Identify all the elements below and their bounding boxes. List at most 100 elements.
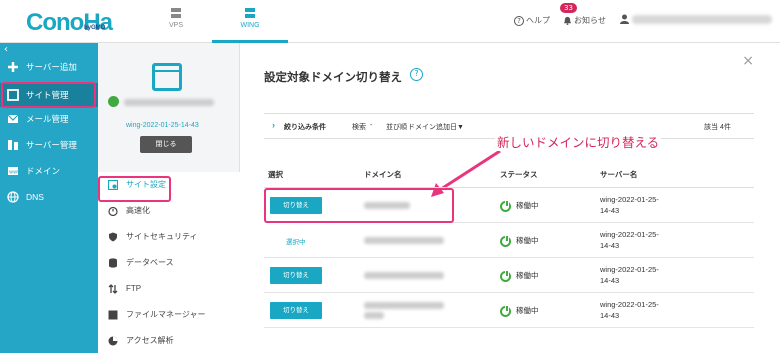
- menu-item-label: 高速化: [126, 206, 150, 215]
- server-name-cell: wing-2022-01-25-14-43: [600, 230, 659, 250]
- plus-icon: [8, 62, 18, 72]
- status-cell: 稼働中: [500, 234, 539, 247]
- table-row: 選択中 稼働中 wing-2022-01-25-14-43: [264, 223, 754, 258]
- sidebar-item-mail-management[interactable]: メール管理: [0, 107, 98, 131]
- sidebar-collapse-button[interactable]: ‹: [4, 44, 8, 55]
- selected-label: 選択中: [286, 239, 306, 246]
- tab-wing-label: WING: [240, 22, 260, 29]
- annotation-text: 新しいドメインに切り替える: [495, 132, 662, 151]
- power-icon: [500, 199, 511, 212]
- row-highlight-box: [264, 188, 454, 223]
- domain-icon: www: [8, 167, 19, 176]
- user-icon[interactable]: [620, 14, 629, 24]
- chevron-right-icon[interactable]: ›: [272, 120, 275, 130]
- top-bar: ConoHa byGMO VPS WING ? ヘルプ 33 お知らせ: [0, 0, 780, 43]
- status-label: 稼働中: [516, 306, 539, 315]
- pie-chart-icon: [108, 336, 118, 346]
- sidebar-item-server-management[interactable]: サーバー管理: [0, 133, 98, 157]
- server-name-cell: wing-2022-01-25-14-43: [600, 265, 659, 285]
- menu-item-label: FTP: [126, 284, 142, 293]
- domain-switch-panel: 設定対象ドメイン切り替え ? × › 絞り込み条件 検索 - 並び順 ドメイン追…: [240, 43, 780, 353]
- mail-icon: [7, 114, 19, 123]
- column-header: サーバー名: [600, 170, 638, 179]
- sidebar-item-add-server[interactable]: サーバー追加: [0, 55, 98, 79]
- shield-icon: [109, 232, 117, 242]
- redacted-domain: [364, 312, 384, 319]
- status-label: 稼働中: [516, 236, 539, 245]
- status-cell: 稼働中: [500, 304, 539, 317]
- tab-vps[interactable]: VPS: [140, 5, 212, 43]
- help-icon[interactable]: ?: [410, 68, 423, 81]
- server-icon: [245, 8, 255, 18]
- sidebar-item-label: サーバー管理: [26, 140, 77, 150]
- bell-icon: [563, 16, 572, 25]
- sidebar-item-label: サーバー追加: [26, 62, 77, 72]
- running-status-icon: [108, 96, 119, 107]
- menu-item-site-security[interactable]: サイトセキュリティ: [98, 224, 240, 250]
- power-icon: [500, 234, 511, 247]
- help-label: ヘルプ: [526, 16, 550, 25]
- menu-highlight-box: [98, 176, 171, 202]
- sort-label: 並び順: [386, 124, 407, 131]
- conoha-logo[interactable]: ConoHa: [26, 9, 113, 37]
- logo-sub: byGMO: [84, 25, 106, 31]
- search-value[interactable]: -: [370, 122, 372, 129]
- switch-button[interactable]: 切り替え: [270, 302, 322, 319]
- switch-button[interactable]: 切り替え: [270, 267, 322, 284]
- tab-vps-label: VPS: [168, 22, 183, 29]
- status-label: 稼働中: [516, 201, 539, 210]
- notice-count-badge: 33: [560, 3, 577, 13]
- server-name: wing-2022-01-25-14-43: [126, 122, 199, 129]
- filter-toggle[interactable]: 絞り込み条件: [284, 122, 326, 132]
- sort-select[interactable]: ドメイン追加日▼: [408, 122, 464, 132]
- menu-item-ftp[interactable]: FTP: [98, 276, 240, 302]
- redacted-domain: [364, 237, 444, 244]
- sidebar: ‹ サーバー追加 サイト管理 メール管理 サーバー管理 www ドメイン DNS: [0, 43, 98, 353]
- close-icon[interactable]: ×: [742, 53, 754, 69]
- menu-item-access-analytics[interactable]: アクセス解析: [98, 328, 240, 353]
- sidebar-item-domain[interactable]: www ドメイン: [0, 159, 98, 183]
- sidebar-highlight-box: [1, 82, 96, 108]
- server-name-cell: wing-2022-01-25-14-43: [600, 300, 659, 320]
- column-header: ドメイン名: [364, 170, 402, 179]
- server-icon: [8, 140, 18, 150]
- stopwatch-icon: [108, 206, 118, 216]
- status-label: 稼働中: [516, 271, 539, 280]
- table-row: 切り替え 稼働中 wing-2022-01-25-14-43: [264, 293, 754, 328]
- close-button[interactable]: 閉じる: [140, 136, 192, 153]
- menu-item-file-manager[interactable]: ファイルマネージャー: [98, 302, 240, 328]
- column-header: ステータス: [500, 170, 538, 179]
- help-link[interactable]: ? ヘルプ: [514, 15, 550, 26]
- notices-link[interactable]: お知らせ: [563, 15, 606, 26]
- globe-icon: [7, 191, 19, 203]
- menu-item-label: データベース: [126, 258, 174, 267]
- menu-item-label: アクセス解析: [126, 336, 174, 345]
- question-icon: ?: [514, 16, 524, 26]
- server-panel: wing-2022-01-25-14-43 閉じる サイト設定 高速化 サイトセ…: [98, 43, 240, 353]
- search-label: 検索: [352, 124, 366, 131]
- sidebar-item-label: ドメイン: [26, 166, 61, 176]
- database-icon: [109, 258, 117, 268]
- status-cell: 稼働中: [500, 199, 539, 212]
- power-icon: [500, 304, 511, 317]
- menu-item-database[interactable]: データベース: [98, 250, 240, 276]
- sidebar-item-label: メール管理: [26, 114, 69, 124]
- sidebar-item-dns[interactable]: DNS: [0, 185, 98, 209]
- result-count: 該当 4件: [704, 124, 731, 131]
- redacted-domain: [124, 99, 214, 106]
- redacted-domain: [364, 302, 444, 309]
- site-window-icon: [152, 63, 182, 91]
- tab-wing[interactable]: WING: [212, 5, 288, 43]
- redacted-domain: [364, 272, 444, 279]
- svg-text:www: www: [9, 170, 19, 176]
- sidebar-item-label: DNS: [26, 192, 44, 202]
- table-row: 切り替え 稼働中 wing-2022-01-25-14-43: [264, 258, 754, 293]
- site-menu: サイト設定 高速化 サイトセキュリティ データベース FTP ファイルマネージャ…: [98, 172, 240, 353]
- power-icon: [500, 269, 511, 282]
- page-title: 設定対象ドメイン切り替え: [264, 72, 402, 84]
- transfer-arrows-icon: [108, 284, 118, 294]
- menu-item-label: サイトセキュリティ: [126, 232, 198, 241]
- notices-label: お知らせ: [574, 16, 606, 25]
- server-icon: [171, 8, 181, 18]
- server-name-cell: wing-2022-01-25-14-43: [600, 195, 659, 215]
